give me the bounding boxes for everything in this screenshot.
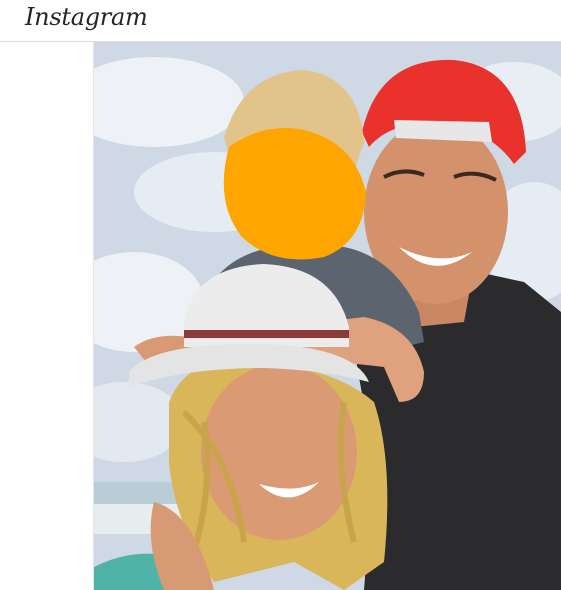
woman-face (201, 364, 357, 540)
top-navigation-bar: Instagram (0, 0, 561, 42)
instagram-logo[interactable]: Instagram (25, 3, 148, 31)
photo-illustration (94, 42, 561, 590)
instagram-page: Instagram (0, 0, 561, 590)
post-photo[interactable] (93, 42, 561, 590)
left-gutter (0, 42, 93, 590)
woman-hat-band (184, 330, 349, 338)
